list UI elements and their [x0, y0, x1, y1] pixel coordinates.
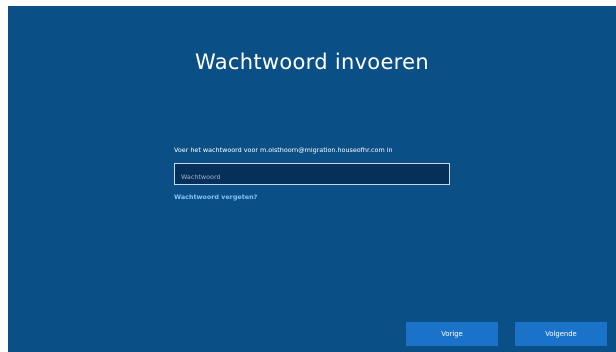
- password-screen: Wachtwoord invoeren Voer het wachtwoord …: [8, 6, 616, 352]
- page-title: Wachtwoord invoeren: [195, 50, 429, 74]
- next-button[interactable]: Volgende: [515, 322, 607, 346]
- password-prompt: Voer het wachtwoord voor m.olsthoorn@mig…: [174, 146, 393, 154]
- password-input[interactable]: [175, 167, 449, 187]
- back-button[interactable]: Vorige: [406, 322, 498, 346]
- password-field-container: [174, 163, 450, 187]
- forgot-password-link[interactable]: Wachtwoord vergeten?: [174, 193, 257, 201]
